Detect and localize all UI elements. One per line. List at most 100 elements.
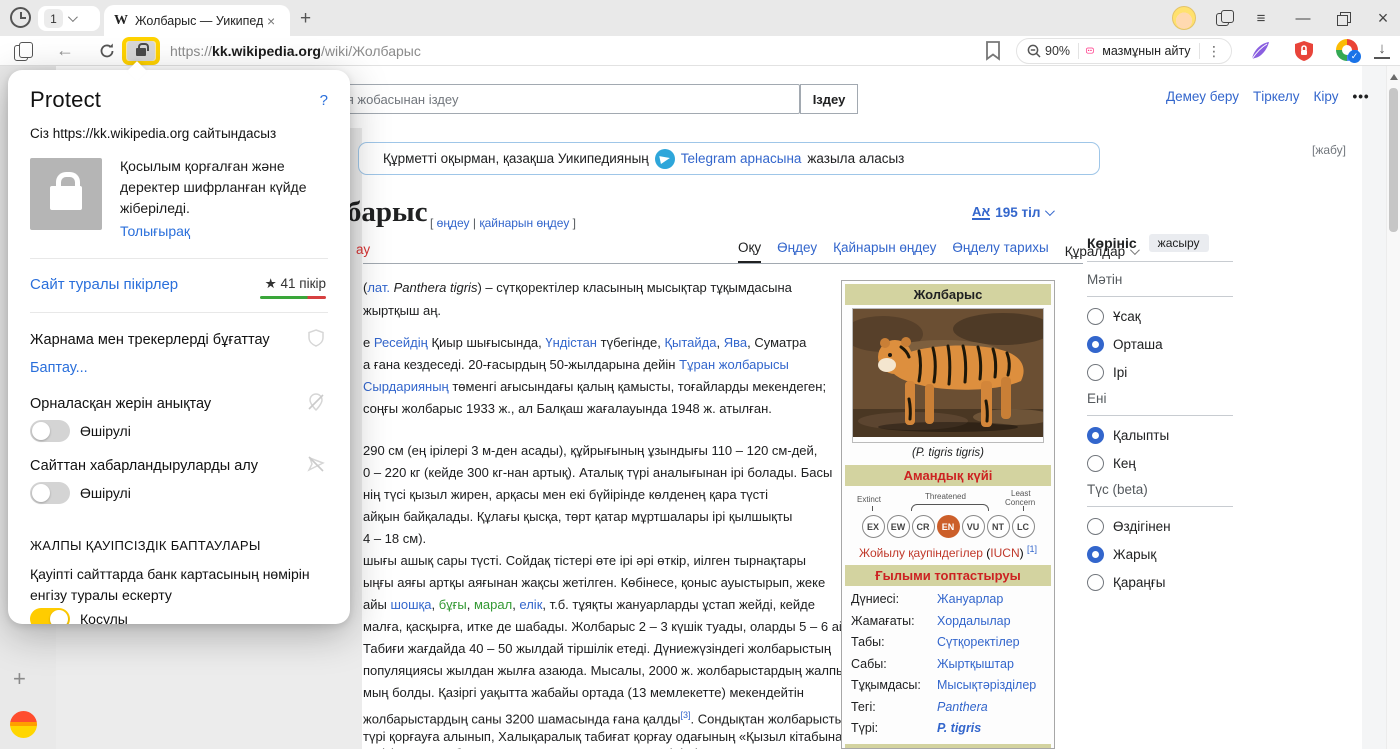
taxonomy-value[interactable]: Мысықтәрізділер [937, 675, 1036, 697]
reviews-rating-bar [260, 296, 326, 299]
appearance-hide-button[interactable]: жасыру [1148, 234, 1209, 252]
download-icon[interactable]: ↓ [1374, 41, 1390, 59]
zoom-indicator[interactable]: 90% [1027, 44, 1070, 58]
bookmark-icon[interactable] [985, 41, 1001, 61]
title-edit-links[interactable]: [ өңдеу | қайнарын өңдеу ] [430, 216, 576, 230]
taxobox: Жолбарыс (P. tigris tigris) Амандық күйі… [841, 280, 1055, 749]
login-link[interactable]: Кіру [1313, 89, 1338, 104]
address-bar[interactable]: https://kk.wikipedia.org/wiki/Жолбарыс [170, 43, 421, 59]
help-link[interactable]: ? [320, 92, 328, 109]
radio-icon [1087, 427, 1104, 444]
inline-link[interactable]: Тұран жолбарысы [679, 357, 789, 372]
tab-title: Жолбарыс — Уикипеди [135, 13, 263, 28]
taxonomy-value[interactable]: Сүтқоректілер [937, 632, 1020, 654]
article-line: а ғана кездеседі. 20-ғасырдың 50-жылдары… [363, 355, 789, 375]
tab-edit-source[interactable]: Қайнарын өңдеу [833, 240, 936, 263]
site-reviews-link[interactable]: Сайт туралы пікірлер [30, 276, 178, 293]
radio-option-ірі[interactable]: Ірі [1087, 364, 1233, 381]
tab-history[interactable]: Өңделу тарихы [952, 240, 1048, 263]
yandex-mail-icon[interactable] [10, 711, 37, 738]
taxonomy-row: Тегі: Panthera [845, 697, 1051, 719]
text-segment: ] [569, 216, 577, 230]
inline-link[interactable]: Қытайда [664, 335, 716, 350]
inline-link[interactable]: Ява [724, 335, 747, 350]
iucn-status-link[interactable]: Жойылу қаупіндегілер (IUCN) [1] [845, 542, 1051, 565]
user-menu-more-icon[interactable]: ••• [1352, 89, 1369, 104]
taxonomy-value[interactable]: Panthera [937, 697, 988, 719]
inline-link[interactable]: Жойылу қаупіндегілер [859, 546, 983, 560]
tab-read[interactable]: Оқу [738, 240, 762, 263]
radio-option-қараңғы[interactable]: Қараңғы [1087, 574, 1233, 591]
location-state: Өшірулі [80, 423, 131, 439]
url-path: /wiki/Жолбарыс [320, 43, 421, 59]
new-tab-button[interactable]: + [300, 8, 311, 30]
register-link[interactable]: Тіркелу [1253, 89, 1300, 104]
inline-link[interactable]: өңдеу [437, 216, 470, 230]
tabs-divider [363, 263, 1083, 264]
taxonomy-row: Сабы: Жыртқыштар [845, 654, 1051, 676]
feather-extension-icon[interactable] [1248, 39, 1272, 63]
radio-option-қалыпты[interactable]: Қалыпты [1087, 427, 1233, 444]
radio-option-өздігінен[interactable]: Өздігінен [1087, 518, 1233, 535]
taxonomy-row: Тұқымдасы: Мысықтәрізділер [845, 675, 1051, 697]
wiki-search-button[interactable]: Іздеу [800, 84, 858, 114]
tab-close-icon[interactable]: × [267, 13, 275, 29]
donate-link[interactable]: Демеу беру [1166, 89, 1239, 104]
sidebar-add-button[interactable]: + [13, 666, 26, 692]
taxonomy-value[interactable]: Жыртқыштар [937, 654, 1014, 676]
tab-panel-icon[interactable] [1216, 10, 1234, 26]
profile-avatar[interactable] [1172, 6, 1196, 30]
taxonomy-value[interactable]: Жануарлар [937, 589, 1003, 611]
chrome-extension-icon[interactable]: ✓ [1336, 39, 1361, 63]
location-toggle[interactable] [30, 420, 70, 442]
tab-edit[interactable]: Өңдеу [777, 240, 817, 263]
tiger-image[interactable] [843, 308, 1053, 443]
inline-link[interactable]: лат. [367, 280, 390, 295]
telegram-channel-link[interactable]: Telegram арнасына [681, 151, 802, 166]
article-view-tabs: Оқу Өңдеу Қайнарын өңдеу Өңделу тарихы Қ… [738, 240, 1140, 263]
radio-option-ұсақ[interactable]: Ұсақ [1087, 308, 1233, 325]
site-lock-button[interactable] [127, 41, 155, 61]
url-scheme: https:// [170, 43, 213, 59]
browser-menu-button[interactable]: ≡ [1246, 0, 1276, 36]
back-button[interactable]: ← [56, 40, 74, 61]
ads-configure-link[interactable]: Баптау... [30, 360, 88, 376]
bank-warning-toggle[interactable] [30, 608, 70, 624]
iucn-status-row: EX EW CR EN VU NT LC [845, 513, 1051, 542]
radio-option-орташа[interactable]: Орташа [1087, 336, 1233, 353]
inline-link[interactable]: IUCN [990, 546, 1019, 560]
history-clock-icon[interactable] [10, 7, 31, 28]
close-window-button[interactable]: × [1368, 0, 1398, 36]
inline-link[interactable]: Сырдарияның [363, 379, 449, 394]
text-segment: ) [1019, 546, 1027, 560]
language-selector[interactable]: Aא 195 тіл [972, 205, 1056, 220]
restore-button[interactable] [1328, 0, 1358, 36]
radio-option-кең[interactable]: Кең [1087, 455, 1233, 472]
minimize-button[interactable]: — [1288, 0, 1318, 36]
scroll-up-arrow[interactable] [1390, 74, 1398, 80]
reload-button[interactable] [98, 42, 116, 60]
taxonomy-value[interactable]: Хордалылар [937, 611, 1011, 633]
banner-close-link[interactable]: [жабу] [1312, 143, 1346, 157]
pill-more-icon[interactable]: ⋮ [1207, 43, 1221, 60]
inline-link[interactable]: шошқа [390, 597, 431, 612]
bank-warning-state: Қосулы [80, 611, 128, 624]
browser-tab[interactable]: W Жолбарыс — Уикипеди × [104, 5, 290, 36]
read-aloud-button[interactable]: мазмұнын айту [1102, 44, 1190, 58]
text-segment: соңғы жолбарыс 1933 ж., ал Балқаш жағала… [363, 401, 772, 416]
inline-link[interactable]: Ресейдің [374, 335, 428, 350]
article-line: е Ресейдің Қиыр шығысында, Үндістан түбе… [363, 333, 806, 353]
inline-link[interactable]: қайнарын өңдеу [479, 216, 569, 230]
inline-link[interactable]: елік [519, 597, 542, 612]
radio-option-жарық[interactable]: Жарық [1087, 546, 1233, 563]
inline-link[interactable]: Үндістан [545, 335, 597, 350]
notifications-toggle[interactable] [30, 482, 70, 504]
tab-group-chip[interactable]: 1 [38, 6, 100, 31]
taxonomy-row: Жамағаты: Хордалылар [845, 611, 1051, 633]
scrollbar-thumb[interactable] [1389, 88, 1398, 232]
talk-tab-fragment[interactable]: ау [356, 242, 370, 257]
protect-shield-icon[interactable] [1292, 39, 1316, 63]
sidebar-toggle-icon[interactable] [14, 42, 33, 61]
ads-block-label: Жарнама мен трекерлерді бұғаттау [30, 332, 270, 348]
more-details-link[interactable]: Толығырақ [120, 223, 190, 239]
